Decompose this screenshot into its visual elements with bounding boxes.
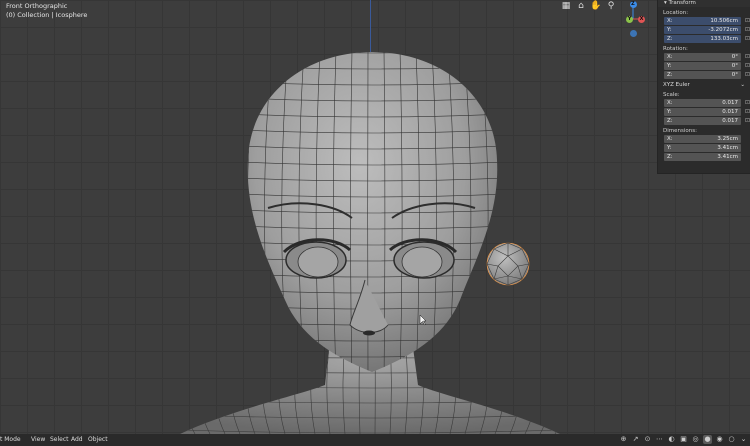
snap-icon[interactable]: ⋯ <box>655 435 664 444</box>
rotation-mode-select[interactable]: XYZ Euler ⌄ <box>663 81 750 89</box>
location-label: Location: <box>663 10 689 16</box>
dimensions-z-field[interactable]: Z: 3.41cm <box>664 153 741 161</box>
rotation-x-field[interactable]: X: 0° ⊡ <box>664 53 750 61</box>
hand-icon[interactable]: ✋ <box>590 0 602 12</box>
view-name: Front Orthographic <box>6 2 68 10</box>
navigation-gizmo[interactable]: Z Y X <box>624 0 646 40</box>
location-z-field[interactable]: Z: 133.03cm ⊡ <box>664 35 750 43</box>
transform-orientation-icon[interactable]: ↗ <box>631 435 640 444</box>
viewport-info: Front Orthographic (0) Collection | Icos… <box>6 2 87 20</box>
scale-x-field[interactable]: X: 0.017 ⊡ <box>664 99 750 107</box>
icosphere-object[interactable] <box>486 242 530 286</box>
gizmo-neg-z[interactable] <box>629 30 637 37</box>
lock-icon[interactable]: ⊡ <box>745 17 750 24</box>
mode-select[interactable]: t Mode <box>0 436 21 444</box>
menu-add[interactable]: Add <box>71 436 83 444</box>
xray-icon[interactable]: ▣ <box>679 435 688 444</box>
scale-y-field[interactable]: Y: 0.017 ⊡ <box>664 108 750 116</box>
lock-icon[interactable]: ⊡ <box>745 99 750 106</box>
viewport-header: t Mode View Select Add Object ⊕ ↗ ⊙ ⋯ ◐ … <box>0 434 750 446</box>
3d-viewport[interactable]: Front Orthographic (0) Collection | Icos… <box>0 0 750 434</box>
rotation-z-field[interactable]: Z: 0° ⊡ <box>664 71 750 79</box>
gizmo-z[interactable]: Z <box>629 1 637 8</box>
dimensions-y-field[interactable]: Y: 3.41cm <box>664 144 741 152</box>
lock-icon[interactable]: ⊡ <box>745 26 750 33</box>
wireframe-shading-icon[interactable]: ◎ <box>691 435 700 444</box>
globe-icon[interactable]: ⊕ <box>619 435 628 444</box>
transform-panel: ▾ Transform Location: X: 10.506cm ⊡ Y: -3.2… <box>657 0 750 174</box>
camera-icon[interactable]: ⌂ <box>575 0 587 12</box>
pivot-icon[interactable]: ⊙ <box>643 435 652 444</box>
zoom-icon[interactable]: ⚲ <box>605 0 617 12</box>
menu-object[interactable]: Object <box>88 436 108 444</box>
viewport-nav-icons: ▦ ⌂ ✋ ⚲ <box>560 0 617 14</box>
solid-shading-icon[interactable]: ● <box>703 435 712 444</box>
lock-icon[interactable]: ⊡ <box>745 35 750 42</box>
gizmo-y[interactable]: Y <box>626 15 633 23</box>
rendered-shading-icon[interactable]: ○ <box>727 435 736 444</box>
location-x-field[interactable]: X: 10.506cm ⊡ <box>664 17 750 25</box>
grid-icon[interactable]: ▦ <box>560 0 572 12</box>
dimensions-label: Dimensions: <box>663 128 697 134</box>
collection-name: (0) Collection | Icosphere <box>6 11 88 19</box>
menu-view[interactable]: View <box>31 436 45 444</box>
transform-panel-header[interactable]: ▾ Transform <box>658 0 750 7</box>
lock-icon[interactable]: ⊡ <box>745 71 750 78</box>
head-mesh <box>247 52 498 372</box>
material-shading-icon[interactable]: ◉ <box>715 435 724 444</box>
dimensions-x-field[interactable]: X: 3.25cm <box>664 135 741 143</box>
menu-select[interactable]: Select <box>50 436 69 444</box>
gizmo-x[interactable]: X <box>638 15 645 23</box>
location-y-field[interactable]: Y: -3.2072cm ⊡ <box>664 26 750 34</box>
lock-icon[interactable]: ⊡ <box>745 53 750 60</box>
mesh-render[interactable] <box>0 0 750 434</box>
scale-z-field[interactable]: Z: 0.017 ⊡ <box>664 117 750 125</box>
rotation-label: Rotation: <box>663 46 688 52</box>
rotation-y-field[interactable]: Y: 0° ⊡ <box>664 62 750 70</box>
chevron-down-icon[interactable]: ⌄ <box>739 435 748 444</box>
lock-icon[interactable]: ⊡ <box>745 117 750 124</box>
header-right-tools: ⊕ ↗ ⊙ ⋯ ◐ ▣ ◎ ● ◉ ○ ⌄ <box>619 435 748 444</box>
lock-icon[interactable]: ⊡ <box>745 108 750 115</box>
overlay-icon[interactable]: ◐ <box>667 435 676 444</box>
scale-label: Scale: <box>663 92 680 98</box>
lock-icon[interactable]: ⊡ <box>745 62 750 69</box>
chevron-down-icon: ⌄ <box>740 82 745 88</box>
